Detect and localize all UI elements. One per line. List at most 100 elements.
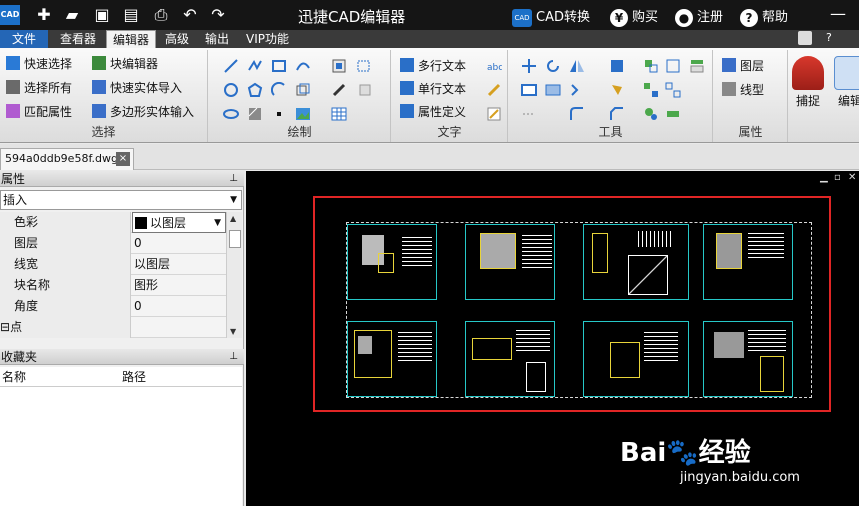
scroll-down-icon[interactable]: ▼ (230, 327, 236, 336)
circle-icon[interactable] (223, 82, 239, 98)
ungroup-icon[interactable] (665, 58, 681, 74)
pin-icon[interactable]: ⊥ (229, 349, 238, 365)
image-icon[interactable] (295, 106, 311, 122)
drawing-sheet-3[interactable] (583, 224, 689, 300)
point-icon[interactable] (271, 106, 287, 122)
prop-section-point[interactable]: ⊟点 (0, 317, 226, 338)
select-all-button[interactable]: 选择所有 (6, 78, 72, 98)
fillet-icon[interactable] (569, 106, 585, 122)
find-icon[interactable] (643, 106, 659, 122)
rect-select-icon[interactable] (521, 82, 537, 98)
scroll-thumb[interactable] (229, 230, 241, 248)
measure-icon[interactable] (665, 106, 681, 122)
hatch-icon[interactable] (247, 106, 263, 122)
help-button[interactable]: ? 帮助 (740, 6, 788, 27)
menu-advanced[interactable]: 高级 (159, 30, 195, 48)
menu-viewer[interactable]: 查看器 (54, 30, 102, 48)
text-style-icon[interactable]: abc (486, 58, 502, 74)
attach-icon[interactable] (357, 82, 373, 98)
quick-solid-import-button[interactable]: 快速实体导入 (92, 78, 182, 98)
save-icon[interactable]: ▣ (92, 5, 112, 25)
block-editor-button[interactable]: 块编辑器 (92, 54, 158, 74)
color-fill-icon[interactable] (609, 58, 625, 74)
menu-file[interactable]: 文件 (0, 30, 48, 48)
prop-row-lineweight[interactable]: 线宽 以图层 (0, 254, 226, 275)
save-as-icon[interactable]: ▤ (121, 5, 141, 25)
redo-icon[interactable]: ↷ (208, 5, 228, 25)
quick-select-button[interactable]: 快速选择 (6, 54, 72, 74)
menu-output[interactable]: 输出 (199, 30, 235, 48)
pin-icon[interactable]: ⊥ (229, 171, 238, 187)
drawing-sheet-4[interactable] (703, 224, 793, 300)
chamfer-icon[interactable] (609, 106, 625, 122)
column-header-name[interactable]: 名称 (2, 367, 26, 387)
prop-row-layer[interactable]: 图层 0 (0, 233, 226, 254)
collapse-icon[interactable]: ⊟ (0, 320, 10, 334)
print-icon[interactable]: ⎙ (151, 5, 171, 25)
prop-value-color[interactable]: 以图层 ▼ (132, 212, 226, 233)
cad-convert-button[interactable]: CAD CAD转换 (512, 6, 590, 27)
layer-button[interactable]: 图层 (722, 56, 764, 76)
canvas-close-icon[interactable]: ✕ (848, 172, 856, 183)
register-button[interactable]: ● 注册 (675, 6, 723, 27)
ellipse-icon[interactable] (223, 106, 239, 122)
match-props-button[interactable]: 匹配属性 (6, 102, 72, 122)
explode-icon[interactable] (643, 82, 659, 98)
table-icon[interactable] (331, 106, 347, 122)
move-icon[interactable] (521, 58, 537, 74)
mirror-icon[interactable] (569, 58, 585, 74)
mtext-button[interactable]: 多行文本 (400, 56, 466, 76)
spline-icon[interactable] (295, 58, 311, 74)
open-icon[interactable]: ▰ (62, 5, 82, 25)
text-pen-icon[interactable] (486, 106, 502, 122)
stext-button[interactable]: 单行文本 (400, 79, 466, 99)
insert-block-icon[interactable] (331, 58, 347, 74)
canvas-restore-icon[interactable]: ▫ (834, 172, 841, 183)
polygon-solid-input-button[interactable]: 多边形实体输入 (92, 102, 194, 122)
favorites-list[interactable] (0, 387, 242, 506)
prop-row-blockname[interactable]: 块名称 图形 (0, 275, 226, 296)
rectangle-icon[interactable] (271, 58, 287, 74)
scroll-up-icon[interactable]: ▲ (230, 214, 236, 223)
copy-shape-icon[interactable] (295, 82, 311, 98)
prop-row-angle[interactable]: 角度 0 (0, 296, 226, 317)
drawing-sheet-5[interactable] (347, 321, 437, 397)
polygon-icon[interactable] (247, 82, 263, 98)
pencil-icon[interactable] (331, 82, 347, 98)
draw-order-icon[interactable] (689, 58, 705, 74)
stretch-icon[interactable] (569, 82, 585, 98)
text-edit-icon[interactable] (486, 82, 502, 98)
drawing-sheet-1[interactable] (347, 224, 437, 300)
rotate-icon[interactable] (545, 58, 561, 74)
close-tab-icon[interactable]: × (116, 152, 130, 166)
canvas-minimize-icon[interactable]: ▁ (820, 172, 828, 183)
trim-icon[interactable] (521, 106, 537, 122)
menu-editor[interactable]: 编辑器 (106, 30, 157, 48)
polyline-icon[interactable] (247, 58, 263, 74)
buy-button[interactable]: ¥ 购买 (610, 6, 658, 27)
properties-scrollbar[interactable]: ▲ ▼ (226, 212, 242, 338)
drawing-sheet-2[interactable] (465, 224, 555, 300)
group-icon[interactable] (643, 58, 659, 74)
entity-type-select[interactable]: 插入 ▼ (0, 190, 242, 210)
drawing-sheet-7[interactable] (583, 321, 689, 397)
minimize-icon[interactable]: — (830, 4, 846, 23)
menu-vip[interactable]: VIP功能 (240, 30, 295, 48)
paint-icon[interactable] (609, 82, 625, 98)
help-small-icon[interactable]: ? (826, 31, 832, 44)
linetype-button[interactable]: 线型 (722, 80, 764, 100)
edit-pen-icon[interactable] (798, 31, 812, 45)
attdef-button[interactable]: 属性定义 (400, 102, 466, 122)
hatch-select-icon[interactable] (357, 58, 373, 74)
snap-button[interactable]: 捕捉 (788, 52, 828, 132)
new-icon[interactable]: ✚ (34, 5, 54, 25)
arc-icon[interactable] (271, 82, 287, 98)
drawing-canvas[interactable]: ▁ ▫ ✕ (246, 171, 859, 506)
prop-row-color[interactable]: 色彩 以图层 ▼ (0, 212, 226, 233)
edit-button[interactable]: 编辑 (830, 52, 859, 132)
drawing-sheet-6[interactable] (465, 321, 555, 397)
undo-icon[interactable]: ↶ (180, 5, 200, 25)
array-icon[interactable] (665, 82, 681, 98)
line-icon[interactable] (223, 58, 239, 74)
column-header-path[interactable]: 路径 (122, 367, 146, 387)
